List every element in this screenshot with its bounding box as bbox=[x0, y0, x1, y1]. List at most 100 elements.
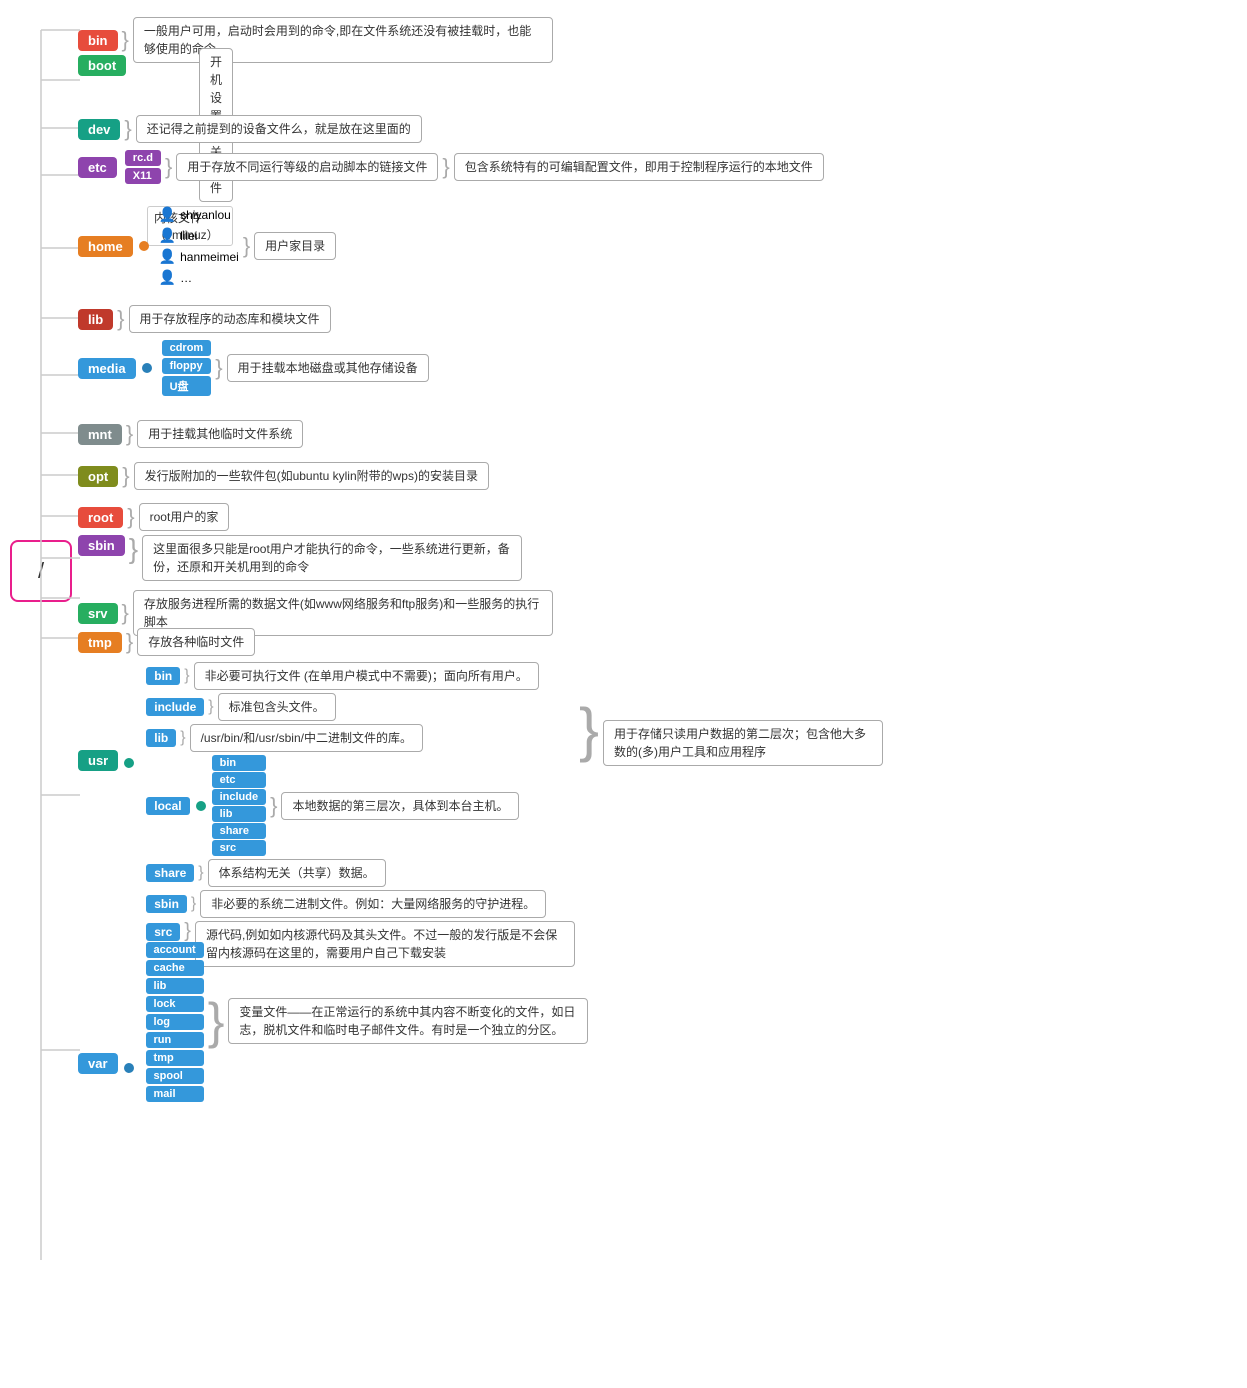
rcd-label: rc.d bbox=[125, 150, 161, 166]
usr-section: usr bin } 非必要可执行文件 (在单用户模式中不需要)；面向所有用户。 … bbox=[78, 660, 883, 967]
user-shiyanlou: 👤 shiyanlou bbox=[159, 206, 239, 223]
usr-label: usr bbox=[78, 750, 118, 771]
user-icon-4: 👤 bbox=[159, 269, 176, 286]
root-dir-bracket: } bbox=[127, 506, 134, 528]
bin-label: bin bbox=[78, 30, 118, 51]
usr-src-label: src bbox=[146, 923, 180, 941]
var-subs: account cache lib lock log run tmp spool… bbox=[146, 942, 204, 1102]
etc-bracket2: } bbox=[442, 156, 449, 178]
root-dir-row: root } root用户的家 bbox=[78, 503, 229, 531]
local-src: src bbox=[212, 840, 267, 856]
srv-label: srv bbox=[78, 603, 118, 624]
usr-include-row: include } 标准包含头文件。 bbox=[146, 693, 575, 721]
bin-bracket: } bbox=[122, 29, 129, 51]
usr-main-bracket: } bbox=[579, 700, 599, 760]
floppy-label: floppy bbox=[162, 358, 212, 374]
var-desc: 变量文件——在正常运行的系统中其内容不断变化的文件，如日志，脱机文件和临时电子邮… bbox=[228, 998, 588, 1044]
usr-include-label: include bbox=[146, 698, 204, 716]
lib-label: lib bbox=[78, 309, 113, 330]
etc-subdesc: 用于存放不同运行等级的启动脚本的链接文件 bbox=[176, 153, 438, 181]
usr-sbin-row: sbin } 非必要的系统二进制文件。例如：大量网络服务的守护进程。 bbox=[146, 890, 575, 918]
etc-label: etc bbox=[78, 157, 117, 178]
local-include: include bbox=[212, 789, 267, 805]
user-hanmeimei: 👤 hanmeimei bbox=[159, 248, 239, 265]
user-icon-2: 👤 bbox=[159, 227, 176, 244]
dev-row: dev } 还记得之前提到的设备文件么，就是放在这里面的 bbox=[78, 115, 422, 143]
usr-lib-bracket: } bbox=[180, 730, 185, 746]
dev-bracket: } bbox=[124, 118, 131, 140]
usr-row: usr bin } 非必要可执行文件 (在单用户模式中不需要)；面向所有用户。 … bbox=[78, 660, 883, 967]
usr-lib-row: lib } /usr/bin/和/usr/sbin/中二进制文件的库。 bbox=[146, 724, 575, 752]
usr-include-bracket: } bbox=[208, 699, 213, 715]
lib-bracket: } bbox=[117, 308, 124, 330]
local-bin: bin bbox=[212, 755, 267, 771]
local-lib: lib bbox=[212, 806, 267, 822]
usr-bin-bracket: } bbox=[184, 668, 189, 684]
var-row: var account cache lib lock log run tmp s… bbox=[78, 940, 588, 1102]
boot-row: boot bbox=[78, 55, 126, 76]
root-node: / bbox=[10, 540, 72, 602]
var-lock: lock bbox=[146, 996, 204, 1012]
usr-sbin-bracket: } bbox=[191, 896, 196, 912]
usr-bin-row: bin } 非必要可执行文件 (在单用户模式中不需要)；面向所有用户。 bbox=[146, 662, 575, 690]
media-subs: cdrom floppy U盘 bbox=[162, 340, 212, 396]
var-mail: mail bbox=[146, 1086, 204, 1102]
usr-share-bracket: } bbox=[198, 865, 203, 881]
opt-row: opt } 发行版附加的一些软件包(如ubuntu kylin附带的wps)的安… bbox=[78, 462, 489, 490]
local-etc: etc bbox=[212, 772, 267, 788]
media-desc: 用于挂载本地磁盘或其他存储设备 bbox=[227, 354, 429, 382]
media-row: media cdrom floppy U盘 } 用于挂载本地磁盘或其他存储设备 bbox=[78, 340, 429, 396]
etc-maindesc: 包含系统特有的可编辑配置文件，即用于控制程序运行的本地文件 bbox=[454, 153, 824, 181]
var-cache: cache bbox=[146, 960, 204, 976]
local-bracket: } bbox=[270, 795, 277, 817]
tmp-label: tmp bbox=[78, 632, 122, 653]
usr-lib-desc: /usr/bin/和/usr/sbin/中二进制文件的库。 bbox=[190, 724, 423, 752]
var-spool: spool bbox=[146, 1068, 204, 1084]
usr-src-bracket: } bbox=[184, 921, 191, 941]
user-icon-1: 👤 bbox=[159, 206, 176, 223]
lilei-label: lilei bbox=[180, 229, 197, 243]
shiyanlou-label: shiyanlou bbox=[180, 208, 231, 222]
lib-desc: 用于存放程序的动态库和模块文件 bbox=[129, 305, 331, 333]
var-section: var account cache lib lock log run tmp s… bbox=[78, 940, 588, 1102]
lib-row: lib } 用于存放程序的动态库和模块文件 bbox=[78, 305, 331, 333]
root-label: / bbox=[38, 558, 44, 584]
usr-dot bbox=[124, 758, 134, 768]
etc-section: etc rc.d X11 } 用于存放不同运行等级的启动脚本的链接文件 } 包含… bbox=[78, 150, 824, 184]
media-dot bbox=[142, 363, 152, 373]
tmp-row: tmp } 存放各种临时文件 bbox=[78, 628, 255, 656]
var-lib: lib bbox=[146, 978, 204, 994]
home-desc: 用户家目录 bbox=[254, 232, 336, 260]
opt-label: opt bbox=[78, 466, 118, 487]
usr-share-row: share } 体系结构无关（共享）数据。 bbox=[146, 859, 575, 887]
dev-desc: 还记得之前提到的设备文件么，就是放在这里面的 bbox=[136, 115, 422, 143]
var-dot bbox=[124, 1063, 134, 1073]
mnt-desc: 用于挂载其他临时文件系统 bbox=[137, 420, 303, 448]
hanmeimei-label: hanmeimei bbox=[180, 250, 239, 264]
tmp-bracket: } bbox=[126, 631, 133, 653]
usr-lib-label: lib bbox=[146, 729, 176, 747]
var-account: account bbox=[146, 942, 204, 958]
usr-local-label: local bbox=[146, 797, 189, 815]
media-bracket: } bbox=[215, 357, 222, 379]
sbin-label: sbin bbox=[78, 535, 125, 556]
usr-sbin-label: sbin bbox=[146, 895, 187, 913]
local-desc: 本地数据的第三层次，具体到本台主机。 bbox=[281, 792, 519, 820]
sbin-bracket: } bbox=[129, 535, 138, 563]
usr-local-row: local bin etc include lib share src } 本地… bbox=[146, 755, 575, 856]
udisk-label: U盘 bbox=[162, 376, 212, 396]
var-log: log bbox=[146, 1014, 204, 1030]
usr-share-label: share bbox=[146, 864, 194, 882]
usr-include-desc: 标准包含头文件。 bbox=[218, 693, 336, 721]
home-users: 👤 shiyanlou 👤 lilei 👤 hanmeimei 👤 … bbox=[159, 205, 239, 287]
home-label: home bbox=[78, 236, 133, 257]
user-more: 👤 … bbox=[159, 269, 239, 286]
usr-bin-label: bin bbox=[146, 667, 180, 685]
root-dir-label: root bbox=[78, 507, 123, 528]
user-icon-3: 👤 bbox=[159, 248, 176, 265]
etc-row: etc rc.d X11 } 用于存放不同运行等级的启动脚本的链接文件 } 包含… bbox=[78, 150, 824, 184]
cdrom-label: cdrom bbox=[162, 340, 212, 356]
mnt-label: mnt bbox=[78, 424, 122, 445]
etc-bracket: } bbox=[165, 156, 172, 178]
root-dir-desc: root用户的家 bbox=[139, 503, 230, 531]
